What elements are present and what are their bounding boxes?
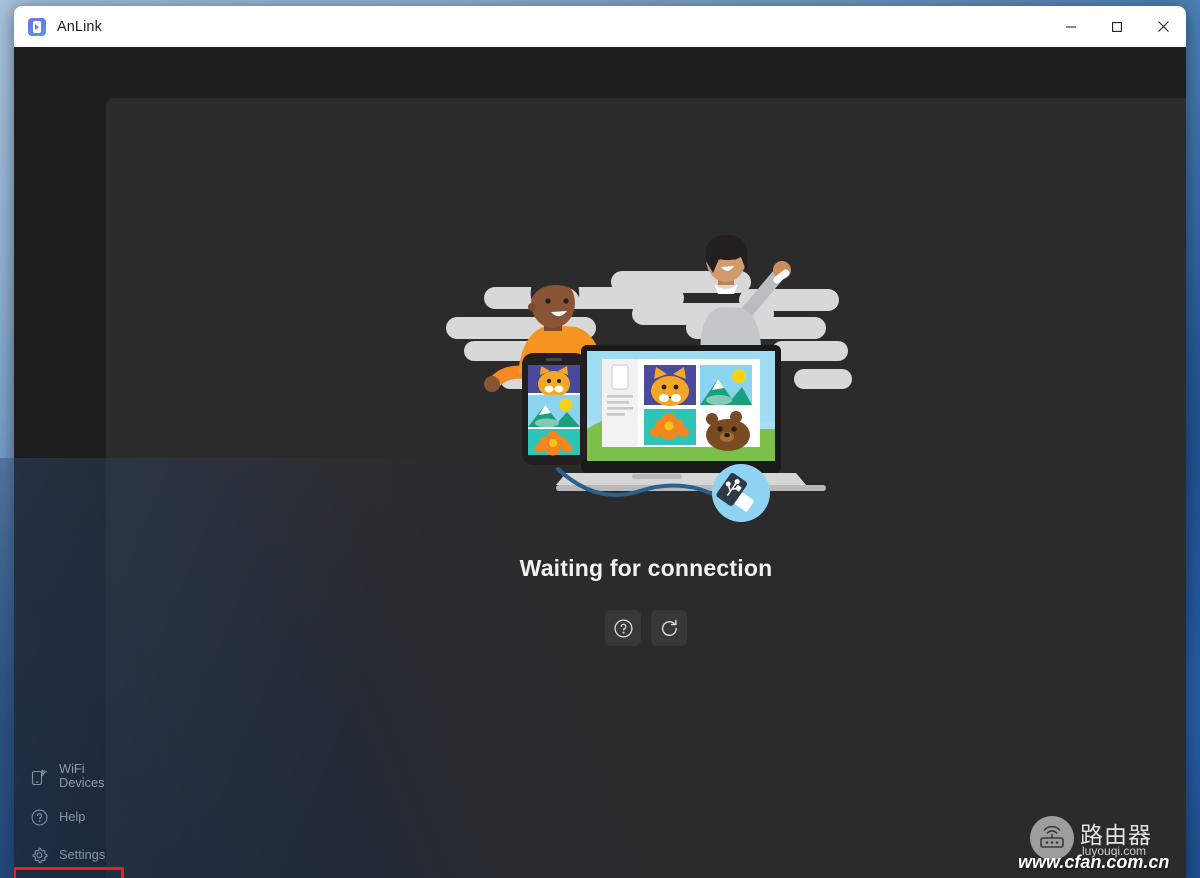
close-icon — [1157, 20, 1170, 33]
sidebar-label-line1: Settings — [59, 847, 106, 862]
title-bar[interactable]: AnLink — [14, 6, 1186, 47]
anlink-window: AnLink WiFi Devices Help Settings Waitin… — [14, 6, 1186, 878]
window-controls — [1048, 6, 1186, 47]
anlink-app-icon — [28, 17, 46, 36]
laptop — [556, 345, 826, 491]
close-button[interactable] — [1140, 6, 1186, 47]
action-row — [605, 610, 687, 646]
phone-wifi-icon — [30, 767, 49, 786]
phone — [522, 353, 586, 465]
main-content: Waiting for connection — [106, 98, 1186, 878]
maximize-button[interactable] — [1094, 6, 1140, 47]
gear-icon — [30, 846, 49, 865]
sidebar-label-line1: WiFi — [59, 761, 85, 776]
question-circle-icon — [30, 808, 49, 827]
minimize-icon — [1065, 21, 1077, 33]
sidebar-item-settings[interactable]: Settings — [14, 836, 106, 874]
app-body: WiFi Devices Help Settings Waiting for c… — [14, 47, 1186, 878]
maximize-icon — [1111, 21, 1123, 33]
status-title: Waiting for connection — [519, 555, 773, 581]
sidebar-label-line2: Devices — [59, 775, 105, 790]
sidebar-item-help[interactable]: Help — [14, 798, 106, 836]
window-title: AnLink — [57, 18, 102, 35]
minimize-button[interactable] — [1048, 6, 1094, 47]
refresh-icon — [659, 618, 680, 639]
sidebar-item-label-wifi-devices: WiFi Devices — [59, 762, 105, 790]
help-button[interactable] — [605, 610, 641, 646]
sidebar-item-label-help: Help — [59, 810, 85, 824]
sidebar-item-label-settings: Settings — [59, 848, 105, 862]
sidebar-item-wifi-devices[interactable]: WiFi Devices — [14, 754, 106, 798]
desktop-background: AnLink WiFi Devices Help Settings Waitin… — [0, 0, 1200, 878]
sidebar: WiFi Devices Help Settings — [14, 47, 124, 878]
title-bar-left: AnLink — [14, 17, 102, 36]
usb-connector-icon — [712, 464, 770, 522]
question-circle-icon — [613, 618, 634, 639]
devices-sync-illustration — [436, 229, 856, 529]
sidebar-menu: WiFi Devices Help Settings — [14, 754, 106, 874]
sidebar-label-line1: Help — [59, 809, 86, 824]
refresh-button[interactable] — [651, 610, 687, 646]
